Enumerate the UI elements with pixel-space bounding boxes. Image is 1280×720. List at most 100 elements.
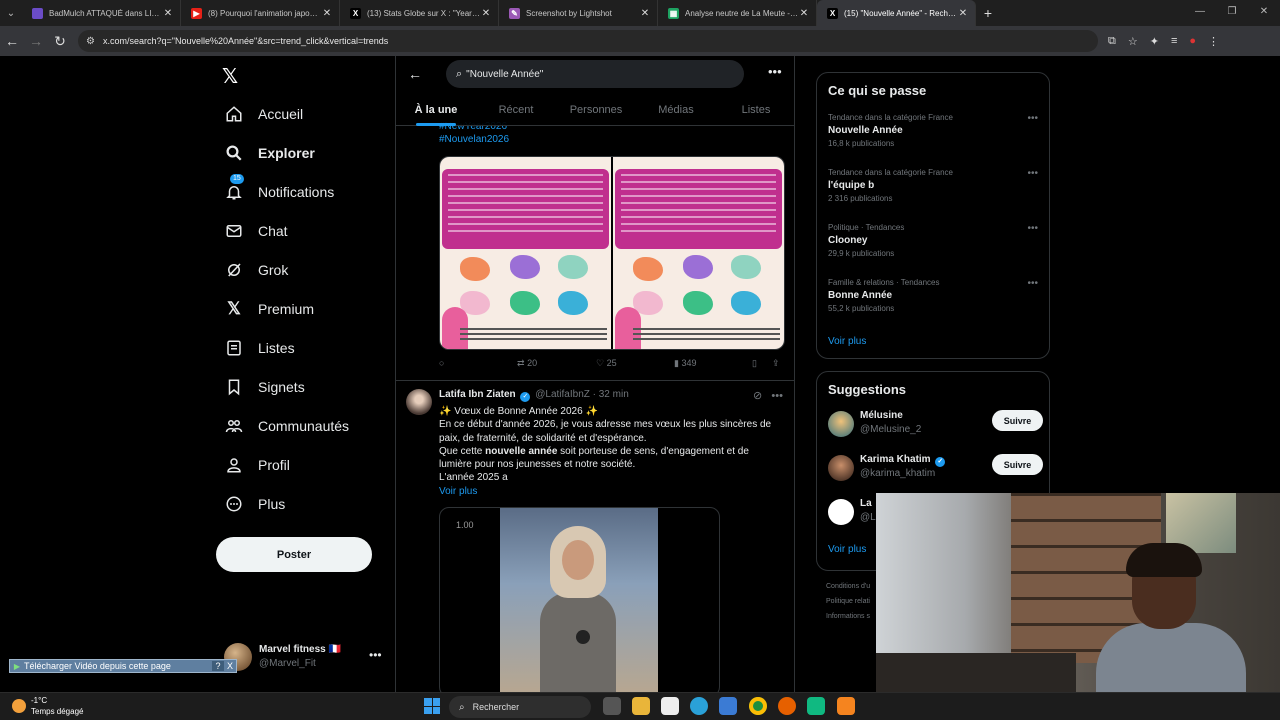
store-icon[interactable] [719,697,737,715]
tab-close-icon[interactable]: ✕ [162,8,174,19]
app-icon[interactable] [807,697,825,715]
url-omnibox[interactable]: ⚙ x.com/search?q="Nouvelle%20Année"&src=… [78,30,1098,52]
weather-widget[interactable]: -1°C Temps dégagé [12,695,102,719]
nav-notifications[interactable]: 15 Notifications [224,174,334,207]
browser-tab[interactable]: BadMulch ATTAQUÉ dans LIBÉ ✕ [22,0,181,26]
chrome-icon[interactable] [749,697,767,715]
avatar[interactable] [828,411,854,437]
task-view-icon[interactable] [603,697,621,715]
avatar[interactable] [828,455,854,481]
share-icon[interactable]: ⇪ [772,358,780,369]
file-explorer-icon[interactable] [632,697,650,715]
trend-item[interactable]: Politique · Tendances Clooney 29,9 k pub… [828,223,1038,267]
trend-more-icon[interactable]: ••• [1027,168,1038,179]
trend-more-icon[interactable]: ••• [1027,113,1038,124]
tab-close-icon[interactable]: ✕ [957,8,969,19]
suggestions-show-more-link[interactable]: Voir plus [828,544,866,555]
browser-menu-icon[interactable]: ⋮ [1208,35,1219,48]
legal-link[interactable]: Informations s [826,613,870,620]
account-switcher[interactable]: Marvel fitness 🇫🇷 @Marvel_Fit ••• [224,640,394,674]
nav-communities[interactable]: Communautés [224,411,349,441]
tab-close-icon[interactable]: ✕ [480,8,492,19]
trend-item[interactable]: Famille & relations · Tendances Bonne An… [828,278,1038,322]
nav-profile[interactable]: Profil [224,450,290,480]
nav-premium[interactable]: 𝕏 Premium [224,294,314,324]
search-input[interactable] [466,68,727,80]
media-image-urdu[interactable] [613,157,784,349]
suggestion-item[interactable]: Mélusine @Melusine_2 Suivre [828,408,1043,444]
tab-search-chevron-icon[interactable]: ⌄ [0,0,22,26]
browser-tab[interactable]: ▶ (8) Pourquoi l'animation japonaise ✕ [181,0,340,26]
video-download-bar[interactable]: ▶ Télécharger Vidéo depuis cette page ? … [9,659,237,673]
notepad-icon[interactable] [661,697,679,715]
trend-item[interactable]: Tendance dans la catégorie France l'équi… [828,168,1038,212]
nav-more[interactable]: Plus [224,489,285,519]
hashtag-link[interactable]: #Nouvelan2026 [439,133,509,146]
new-tab-button[interactable]: + [976,5,1000,21]
windows-start-icon[interactable] [424,698,440,714]
x-logo-icon[interactable]: 𝕏 [222,64,238,88]
taskbar-search[interactable]: ⌕ Rechercher [449,696,591,718]
tweet-media[interactable] [439,156,785,350]
back-arrow-icon[interactable]: ← [408,66,422,82]
bookmark-star-icon[interactable]: ☆ [1128,35,1138,48]
follow-button[interactable]: Suivre [992,454,1043,475]
nav-home[interactable]: Accueil [224,99,303,129]
follow-button[interactable]: Suivre [992,410,1043,431]
tweet-video[interactable]: 1.00 [439,507,720,692]
site-info-icon[interactable]: ⚙ [86,36,95,47]
tab-close-icon[interactable]: ✕ [639,8,651,19]
download-label[interactable]: Télécharger Vidéo depuis cette page [24,661,212,671]
tab-top[interactable]: À la une [396,94,476,126]
tab-people[interactable]: Personnes [556,94,636,126]
avatar[interactable] [828,499,854,525]
trend-more-icon[interactable]: ••• [1027,278,1038,289]
avatar[interactable] [406,389,432,415]
extensions-icon[interactable]: ✦ [1150,35,1159,48]
like-button[interactable]: ♡ 25 [596,358,617,369]
nav-bookmarks[interactable]: Signets [224,372,305,402]
reply-icon[interactable]: ○ [439,358,444,368]
show-more-link[interactable]: Voir plus [439,485,784,498]
views-button[interactable]: ▮ 349 [674,358,697,369]
trends-show-more-link[interactable]: Voir plus [828,336,866,347]
nav-grok[interactable]: Grok [224,255,288,285]
help-button[interactable]: ? [212,661,224,671]
install-app-icon[interactable]: ⧉ [1108,35,1116,48]
back-icon[interactable]: ← [0,33,24,49]
tab-close-icon[interactable]: ✕ [321,8,333,19]
account-more-icon[interactable]: ••• [369,648,382,662]
browser-tab[interactable]: ▦ Analyse neutre de La Meute - G ✕ [658,0,817,26]
bookmark-action-icon[interactable]: ▯ [752,358,757,369]
legal-link[interactable]: Politique relati [826,598,870,605]
tab-latest[interactable]: Récent [476,94,556,126]
browser-tab[interactable]: X (15) "Nouvelle Année" - Recherche ✕ [817,0,976,26]
profile-icon[interactable]: ● [1189,35,1196,47]
search-more-icon[interactable]: ••• [768,64,782,79]
tab-media[interactable]: Médias [636,94,716,126]
legal-link[interactable]: Conditions d'u [826,583,870,590]
trend-item[interactable]: Tendance dans la catégorie France Nouvel… [828,113,1038,157]
restore-icon[interactable]: ❐ [1216,0,1248,26]
suggestion-item[interactable]: Karima Khatim ✓ @karima_khatim Suivre [828,452,1043,488]
retweet-button[interactable]: ⇄ 20 [517,358,537,369]
grok-icon[interactable]: ⊘ [753,390,762,402]
tab-close-icon[interactable]: ✕ [798,8,810,19]
reload-icon[interactable]: ↻ [48,33,72,50]
post-button[interactable]: Poster [216,537,372,572]
trend-more-icon[interactable]: ••• [1027,223,1038,234]
firefox-icon[interactable] [778,697,796,715]
nav-chat[interactable]: Chat [224,216,288,246]
browser-tab[interactable]: ✎ Screenshot by Lightshot ✕ [499,0,658,26]
tab-lists[interactable]: Listes [716,94,794,126]
close-window-icon[interactable]: ✕ [1248,0,1280,26]
nav-explore[interactable]: Explorer [224,138,315,168]
edge-icon[interactable] [690,697,708,715]
media-icon[interactable]: ≡ [1171,35,1177,47]
tweet-more-icon[interactable]: ••• [771,390,783,402]
author-name[interactable]: Latifa Ibn Ziaten [439,389,516,400]
author-handle[interactable]: @LatifaIbnZ [535,389,590,400]
browser-tab[interactable]: X (13) Stats Globe sur X : "Year W ✕ [340,0,499,26]
vlc-icon[interactable] [837,697,855,715]
minimize-icon[interactable]: — [1184,0,1216,26]
